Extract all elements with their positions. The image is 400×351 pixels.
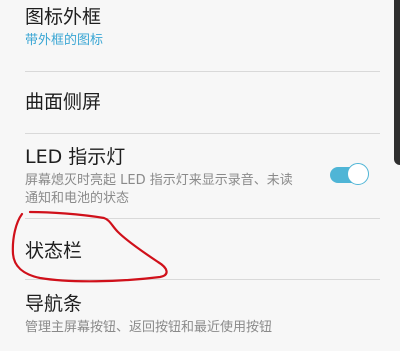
settings-item-title: 状态栏 — [25, 240, 83, 262]
settings-item-edge-screen[interactable]: 曲面侧屏 — [25, 91, 380, 113]
settings-item-title: 曲面侧屏 — [25, 91, 102, 113]
settings-item-subtitle: 管理主屏幕按钮、返回按钮和最近使用按钮 — [25, 320, 273, 335]
settings-item-subtitle-line2: 通知和电池的状态 — [25, 191, 130, 206]
settings-item-title: 图标外框 — [25, 6, 102, 28]
settings-item-led-indicator[interactable]: LED 指示灯 屏幕熄灭时亮起 LED 指示灯来显示录音、未读 通知和电池的状态 — [25, 146, 320, 208]
settings-item-subtitle-line1: 屏幕熄灭时亮起 LED 指示灯来显示录音、未读 — [25, 173, 293, 188]
divider — [25, 71, 380, 72]
settings-item-subtitle: 带外框的图标 — [25, 33, 104, 48]
settings-item-status-bar[interactable]: 状态栏 — [25, 240, 380, 262]
settings-item-navigation-bar[interactable]: 导航条 管理主屏幕按钮、返回按钮和最近使用按钮 — [25, 293, 380, 337]
settings-screen: 图标外框 带外框的图标 曲面侧屏 LED 指示灯 屏幕熄灭时亮起 LED 指示灯… — [0, 0, 400, 351]
divider — [25, 133, 380, 134]
settings-item-title: 导航条 — [25, 293, 83, 315]
settings-item-icon-frame[interactable]: 图标外框 带外框的图标 — [25, 6, 380, 50]
screen-edge — [394, 0, 400, 165]
divider — [25, 279, 380, 280]
toggle-knob — [347, 163, 369, 185]
divider — [25, 218, 380, 219]
led-indicator-toggle[interactable] — [330, 163, 370, 187]
settings-item-title: LED 指示灯 — [25, 146, 126, 168]
